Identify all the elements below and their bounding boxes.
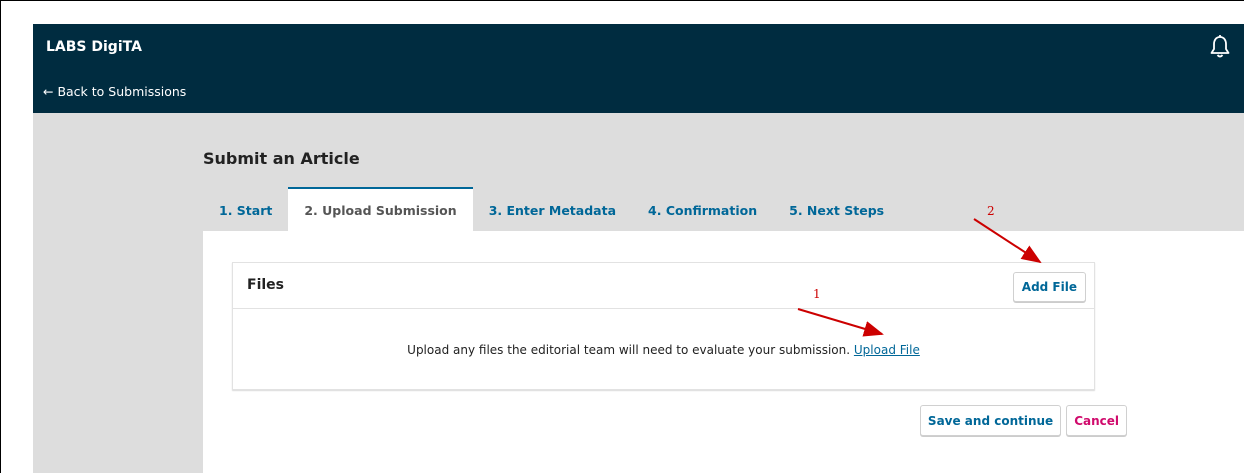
tab-next-steps[interactable]: 5. Next Steps (773, 187, 900, 231)
page-title: Submit an Article (203, 149, 360, 168)
files-title: Files (247, 277, 284, 293)
files-grid: Files Add File Upload any files the edit… (232, 262, 1095, 390)
app-window: LABS DigiTA ← Back to Submissions Submit… (33, 24, 1244, 473)
cancel-button[interactable]: Cancel (1066, 405, 1127, 436)
annotation-marker-2: 2 (987, 204, 995, 218)
tab-confirmation[interactable]: 4. Confirmation (632, 187, 773, 231)
bell-icon[interactable] (1209, 34, 1231, 60)
save-and-continue-button[interactable]: Save and continue (919, 405, 1062, 436)
form-actions: Save and continue Cancel (919, 405, 1127, 436)
files-empty-message: Upload any files the editorial team will… (233, 343, 1094, 357)
annotation-marker-1: 1 (813, 287, 821, 301)
header-bar: LABS DigiTA ← Back to Submissions (33, 24, 1244, 113)
upload-panel: Files Add File Upload any files the edit… (203, 231, 1244, 473)
wizard-tabs: 1. Start 2. Upload Submission 3. Enter M… (203, 187, 900, 231)
files-message-text: Upload any files the editorial team will… (407, 343, 851, 357)
tab-upload-submission[interactable]: 2. Upload Submission (288, 187, 473, 231)
add-file-button[interactable]: Add File (1012, 272, 1086, 302)
back-to-submissions-link[interactable]: ← Back to Submissions (43, 84, 186, 99)
files-header: Files Add File (233, 263, 1094, 309)
site-name[interactable]: LABS DigiTA (46, 39, 142, 55)
upload-file-link[interactable]: Upload File (854, 343, 920, 357)
tab-start[interactable]: 1. Start (203, 187, 288, 231)
tab-enter-metadata[interactable]: 3. Enter Metadata (473, 187, 632, 231)
